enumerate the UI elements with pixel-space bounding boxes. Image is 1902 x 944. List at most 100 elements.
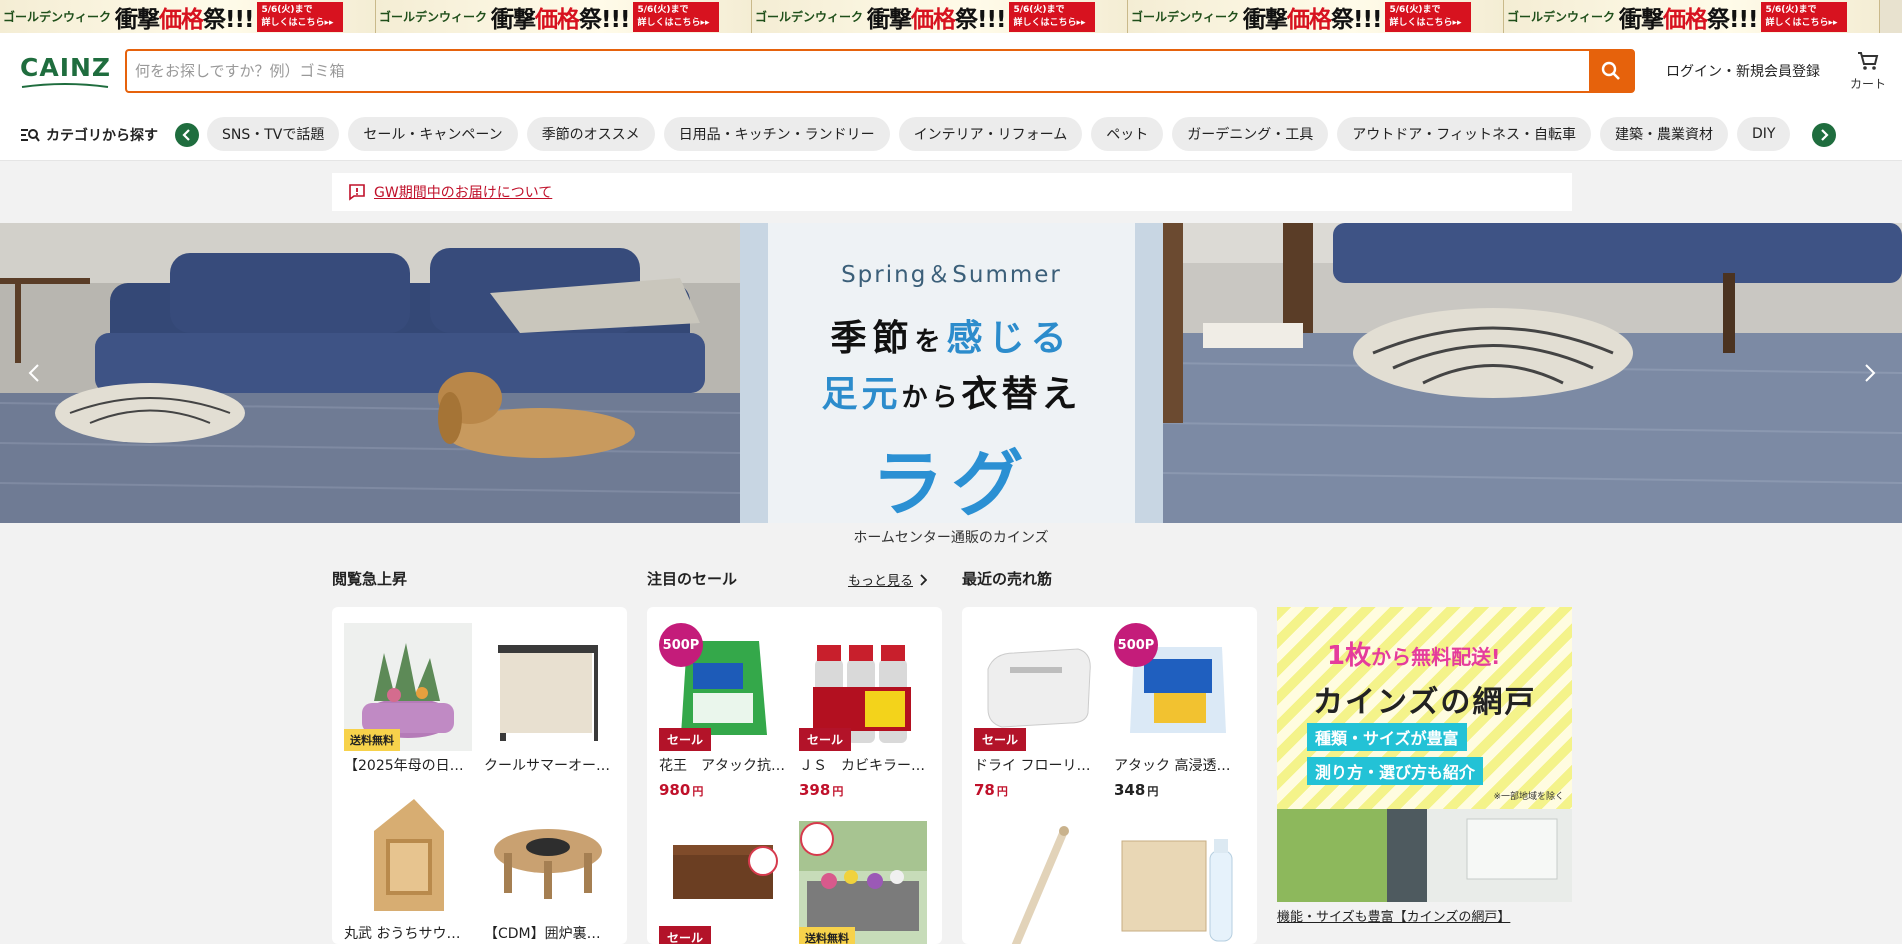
chevron-right-icon [920, 573, 928, 586]
product-image [344, 791, 472, 919]
product-card[interactable] [1114, 821, 1242, 944]
ad-tag: 種類・サイズが豊富 [1307, 723, 1467, 751]
sale-panel: 500P セール 花王 アタック抗… 980 円 セール ＪＳ カビキラー… 39… [647, 607, 942, 944]
category-chips: SNS・TVで話題 セール・キャンペーン 季節のオススメ 日用品・キッチン・ラン… [207, 117, 1810, 153]
cainz-logo[interactable]: CAINZ [20, 53, 110, 88]
product-price: 980 円 [659, 781, 704, 799]
product-price: 78 円 [974, 781, 1008, 799]
search-bar [125, 49, 1635, 93]
category-chip[interactable]: DIY [1737, 117, 1791, 151]
product-price: 398 円 [799, 781, 844, 799]
product-card[interactable]: クールサマーオー… [484, 623, 612, 775]
hero-text-card: Spring＆Summer 季節を感じる 足元から衣替え ラグ [740, 223, 1163, 523]
ad-note: ※一部地域を除く [1493, 792, 1564, 802]
search-button[interactable] [1589, 51, 1633, 91]
product-card[interactable]: 丸武 おうちサウ… [344, 791, 472, 943]
promo-gw-text: ゴールデンウィーク [755, 10, 864, 24]
category-next-button[interactable] [1812, 123, 1836, 147]
category-search-icon [21, 129, 40, 142]
free-shipping-badge: 送料無料 [344, 729, 400, 751]
product-image: 送料無料 [799, 821, 927, 944]
hero-headline-2: 足元から衣替え [821, 374, 1082, 415]
alert-message-icon [349, 184, 365, 201]
product-card[interactable]: セール ＪＳ カビキラー… 398 円 [799, 623, 927, 799]
gw-delivery-notice-link[interactable]: GW期間中のお届けについて [374, 182, 552, 202]
promo-gw-text: ゴールデンウィーク [379, 10, 488, 24]
category-chip[interactable]: SNS・TVで話題 [207, 117, 340, 151]
cart-label: カート [1849, 77, 1886, 91]
product-image [974, 821, 1102, 944]
product-card[interactable]: セール ドライ フローリ… 78 円 [974, 623, 1102, 799]
product-card[interactable]: 【CDM】囲炉裏… [484, 791, 612, 943]
promo-banner[interactable]: ゴールデンウィーク 衝撃価格祭!!! 5/6(火)まで 詳しくはこちら▸▸ [1128, 0, 1504, 33]
sale-badge: セール [799, 728, 852, 751]
promo-date-badge: 5/6(火)まで 詳しくはこちら▸▸ [633, 1, 720, 32]
promo-date-badge: 5/6(火)まで 詳しくはこちら▸▸ [1385, 1, 1472, 32]
product-card[interactable]: 500P アタック 高浸透… 348 円 [1114, 623, 1242, 799]
sale-badge: セール [974, 728, 1027, 751]
category-chip[interactable]: アウトドア・フィットネス・自転車 [1337, 117, 1592, 151]
promo-banner[interactable]: ゴールデンウィーク 衝撃価格祭!!! 5/6(火)まで 詳しくはこちら▸▸ [1504, 0, 1880, 33]
category-nav: カテゴリから探す SNS・TVで話題 セール・キャンペーン 季節のオススメ 日用… [0, 107, 1902, 161]
category-chip[interactable]: ガーデニング・工具 [1172, 117, 1329, 151]
promo-banner[interactable]: ゴールデンウィーク 衝撃価格祭!!! 5/6(火)まで 詳しくはこちら▸▸ [376, 0, 752, 33]
logo-swoosh-icon [21, 83, 109, 88]
product-image: 500P [1114, 623, 1242, 751]
trending-panel: 送料無料 【2025年母の日… クールサマーオー… 丸武 おうちサウ… 【CDM… [332, 607, 627, 944]
product-card[interactable]: 送料無料 [799, 821, 927, 944]
promo-date-badge: 5/6(火)まで 詳しくはこちら▸▸ [257, 1, 344, 32]
site-header: CAINZ ログイン・新規会員登録 カート [0, 33, 1902, 107]
bestseller-panel: セール ドライ フローリ… 78 円 500P アタック 高浸透… 348 円 [962, 607, 1257, 944]
product-name: 丸武 おうちサウ… [344, 926, 461, 942]
promo-title: 衝撃価格祭!!! [1243, 6, 1382, 33]
promo-gw-text: ゴールデンウィーク [3, 10, 112, 24]
product-image: セール [974, 623, 1102, 751]
hero-next-button[interactable] [1858, 358, 1882, 388]
promo-title: 衝撃価格祭!!! [115, 6, 254, 33]
promo-banner-strip[interactable]: ゴールデンウィーク 衝撃価格祭!!! 5/6(火)まで 詳しくはこちら▸▸ ゴール… [0, 0, 1902, 33]
points-badge: 500P [659, 623, 703, 667]
product-card[interactable]: セール [659, 821, 787, 944]
hero-caption: ホームセンター通販のカインズ [853, 530, 1049, 546]
product-price: 348 円 [1114, 781, 1159, 799]
product-image [484, 791, 612, 919]
sale-badge: セール [659, 728, 712, 751]
product-image [484, 623, 612, 751]
hero-headline-1: 季節を感じる [830, 318, 1073, 359]
browse-categories-button[interactable]: カテゴリから探す [20, 125, 158, 145]
promo-title: 衝撃価格祭!!! [867, 6, 1006, 33]
search-input[interactable] [135, 51, 1575, 91]
product-name: 【CDM】囲炉裏… [484, 926, 601, 942]
category-chip[interactable]: 季節のオススメ [526, 117, 655, 151]
product-name: アタック 高浸透… [1114, 758, 1231, 774]
trending-section-title: 閲覧急上昇 [332, 570, 408, 588]
product-name: 【2025年母の日… [344, 758, 464, 774]
cart-button[interactable]: カート [1848, 51, 1888, 92]
ad-caption-link[interactable]: 機能・サイズも豊富【カインズの網戸】 [1277, 906, 1510, 925]
category-chip[interactable]: 建築・農業資材 [1600, 117, 1729, 151]
category-chip[interactable]: インテリア・リフォーム [898, 117, 1083, 151]
promo-banner[interactable]: ゴールデンウィーク 衝撃価格祭!!! 5/6(火)まで 詳しくはこちら▸▸ [0, 0, 376, 33]
promo-gw-text: ゴールデンウィーク [1507, 10, 1616, 24]
category-prev-button[interactable] [175, 123, 199, 147]
product-card[interactable]: 500P セール 花王 アタック抗… 980 円 [659, 623, 787, 799]
product-image: 送料無料 [344, 623, 472, 751]
points-badge: 500P [1114, 623, 1158, 667]
promo-banner[interactable]: ゴールデンウィーク 衝撃価格祭!!! 5/6(火)まで 詳しくはこちら▸▸ [752, 0, 1128, 33]
category-chip[interactable]: ペット [1091, 117, 1164, 151]
screen-door-ad[interactable]: 1枚から無料配送! カインズの網戸 種類・サイズが豊富 測り方・選び方も紹介 ※… [1277, 607, 1572, 902]
category-chip[interactable]: セール・キャンペーン [348, 117, 518, 151]
category-chip[interactable]: 日用品・キッチン・ランドリー [663, 117, 890, 151]
hero-left-photo [0, 223, 740, 523]
hero-carousel[interactable]: Spring＆Summer 季節を感じる 足元から衣替え ラグ [0, 223, 1902, 523]
chevron-left-icon [28, 364, 39, 382]
chevron-right-icon [1821, 129, 1829, 141]
ad-top-text: 1枚から無料配送! [1327, 641, 1501, 671]
login-register-link[interactable]: ログイン・新規会員登録 [1666, 61, 1820, 81]
hero-right-photo [1163, 223, 1902, 523]
hero-prev-button[interactable] [22, 358, 46, 388]
sale-more-link[interactable]: もっと見る [848, 570, 928, 589]
product-card[interactable] [974, 821, 1102, 944]
product-card[interactable]: 送料無料 【2025年母の日… [344, 623, 472, 775]
promo-date-badge: 5/6(火)まで 詳しくはこちら▸▸ [1761, 1, 1848, 32]
